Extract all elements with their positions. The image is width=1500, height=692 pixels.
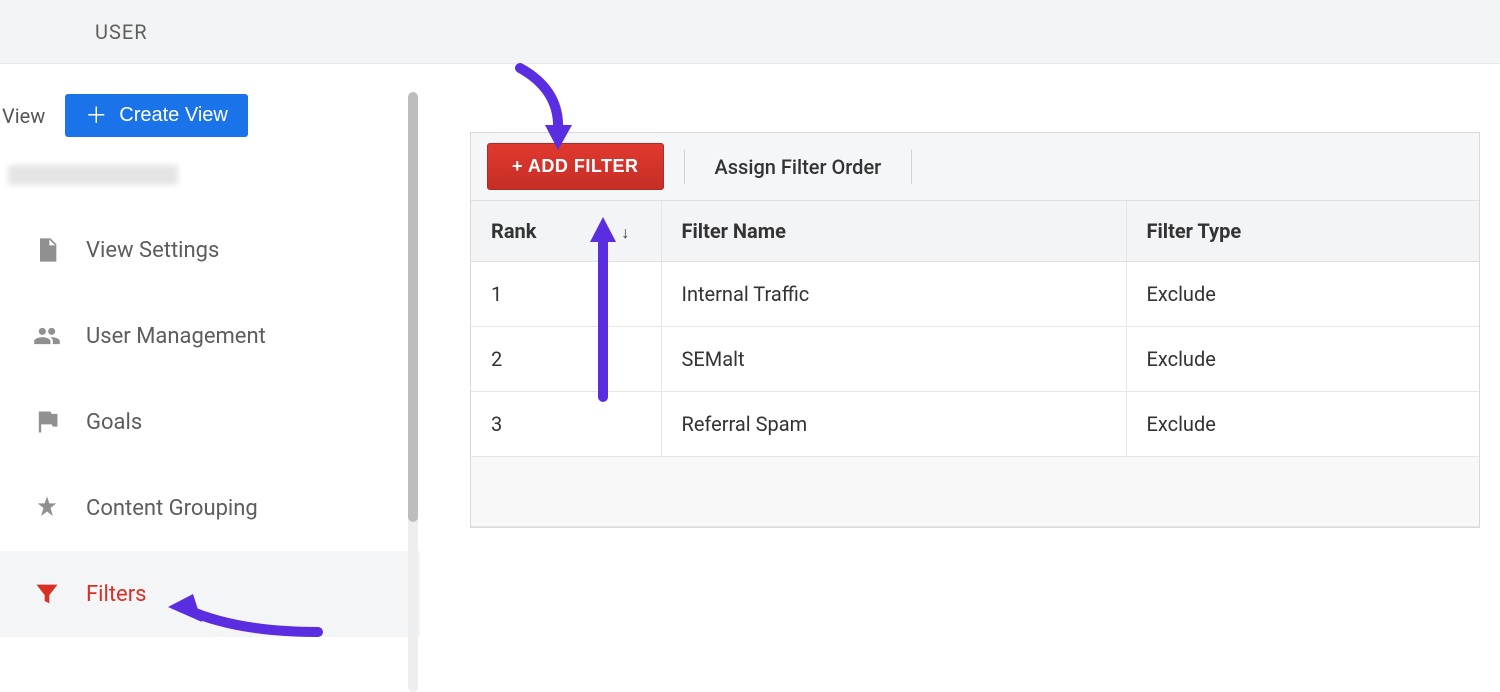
document-icon xyxy=(32,235,62,265)
sidebar: View ＋ Create View View Settings User Ma… xyxy=(0,64,420,662)
col-header-rank[interactable]: Rank ↓ xyxy=(471,201,661,262)
col-header-name[interactable]: Filter Name xyxy=(661,201,1126,262)
cell-filter-name[interactable]: Referral Spam xyxy=(661,392,1126,457)
table-footer-spacer xyxy=(471,457,1479,527)
divider xyxy=(911,150,912,184)
table-row: 2 SEMalt Exclude xyxy=(471,327,1479,392)
filters-panel: + ADD FILTER Assign Filter Order Rank ↓ … xyxy=(470,132,1480,528)
cell-filter-name[interactable]: Internal Traffic xyxy=(661,262,1126,327)
topbar-tab-user[interactable]: USER xyxy=(95,20,148,44)
flag-icon xyxy=(32,407,62,437)
main-content: + ADD FILTER Assign Filter Order Rank ↓ … xyxy=(420,64,1500,662)
topbar: USER xyxy=(0,0,1500,64)
sidebar-item-label: Filters xyxy=(86,582,147,607)
cell-filter-name[interactable]: SEMalt xyxy=(661,327,1126,392)
panel-toolbar: + ADD FILTER Assign Filter Order xyxy=(471,133,1479,201)
cell-rank: 1 xyxy=(471,262,661,327)
create-view-button-label: Create View xyxy=(119,104,228,127)
sidebar-item-filters[interactable]: Filters xyxy=(0,551,420,637)
filter-icon xyxy=(32,579,62,609)
cell-filter-type: Exclude xyxy=(1126,327,1479,392)
table-row: 3 Referral Spam Exclude xyxy=(471,392,1479,457)
sidebar-item-user-management[interactable]: User Management xyxy=(0,293,420,379)
cell-filter-type: Exclude xyxy=(1126,392,1479,457)
obscured-text xyxy=(8,165,178,185)
assign-filter-order-link[interactable]: Assign Filter Order xyxy=(705,155,892,179)
filters-table: Rank ↓ Filter Name Filter Type 1 Interna… xyxy=(471,201,1479,527)
table-row: 1 Internal Traffic Exclude xyxy=(471,262,1479,327)
col-header-label: Rank xyxy=(491,219,536,243)
cell-rank: 3 xyxy=(471,392,661,457)
cell-filter-type: Exclude xyxy=(1126,262,1479,327)
scrollbar-thumb[interactable] xyxy=(408,92,418,522)
cell-rank: 2 xyxy=(471,327,661,392)
create-view-button[interactable]: ＋ Create View xyxy=(65,94,248,137)
add-filter-button[interactable]: + ADD FILTER xyxy=(487,143,664,190)
grouping-icon xyxy=(32,493,62,523)
users-icon xyxy=(32,321,62,351)
sidebar-menu: View Settings User Management Goals Cont… xyxy=(0,207,420,637)
view-label: View xyxy=(2,104,45,128)
sidebar-item-label: Content Grouping xyxy=(86,496,258,521)
sidebar-item-label: User Management xyxy=(86,324,266,349)
divider xyxy=(684,150,685,184)
sidebar-item-goals[interactable]: Goals xyxy=(0,379,420,465)
sort-down-icon: ↓ xyxy=(621,223,629,242)
plus-icon: ＋ xyxy=(85,105,107,127)
col-header-type[interactable]: Filter Type xyxy=(1126,201,1479,262)
sidebar-item-label: Goals xyxy=(86,410,142,435)
sidebar-item-view-settings[interactable]: View Settings xyxy=(0,207,420,293)
sidebar-item-label: View Settings xyxy=(86,238,219,263)
sidebar-item-content-grouping[interactable]: Content Grouping xyxy=(0,465,420,551)
